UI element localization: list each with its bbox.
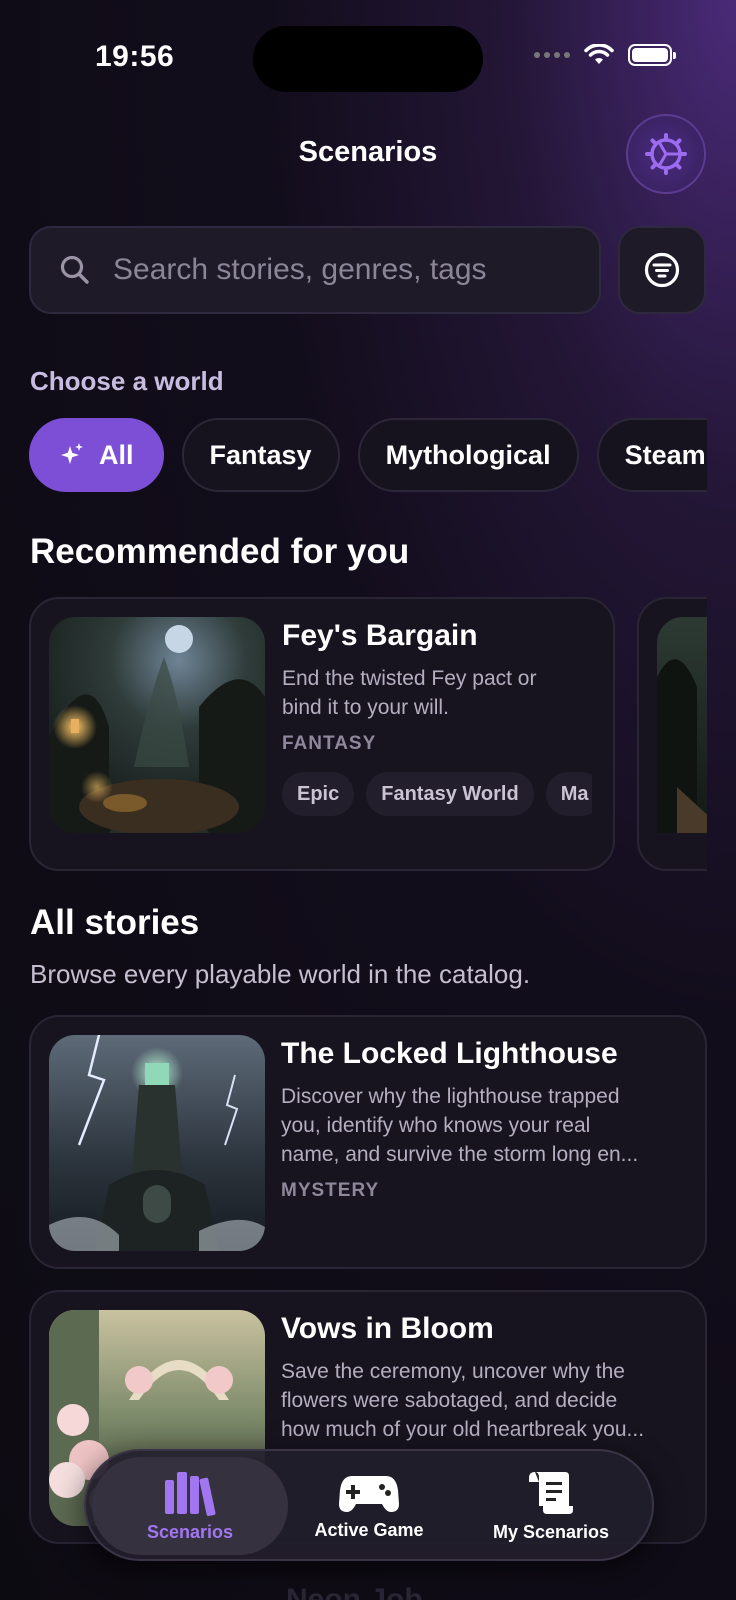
books-icon	[165, 1471, 216, 1516]
chip-all[interactable]: All	[29, 418, 164, 492]
genre-label: FANTASY	[282, 733, 377, 754]
chip-steampunk[interactable]: Steamp	[596, 418, 707, 492]
filter-button[interactable]	[618, 226, 706, 314]
story-description-line: you, identify who knows your real	[281, 1114, 591, 1137]
chip-label: Fantasy	[209, 439, 312, 470]
story-thumbnail	[49, 617, 265, 833]
chip-label: Mythological	[385, 439, 551, 470]
story-card[interactable]: The Locked Lighthouse Discover why the l…	[29, 1015, 707, 1269]
search-icon	[60, 255, 89, 284]
status-icons	[534, 44, 676, 66]
sparkles-icon	[61, 443, 83, 464]
story-description-line: Save the ceremony, uncover why the	[281, 1360, 625, 1383]
tag: Epic	[282, 772, 355, 816]
world-chips: All Fantasy Mythological Steamp	[29, 418, 707, 492]
signal-icon	[534, 52, 570, 58]
all-stories-subtitle: Browse every playable world in the catal…	[30, 959, 531, 989]
chip-fantasy[interactable]: Fantasy	[181, 418, 340, 492]
all-stories-heading: All stories	[30, 903, 200, 942]
tab-label: Active Game	[314, 1519, 424, 1540]
tag: Ma	[545, 772, 592, 816]
story-description-line: how much of your old heartbreak you...	[281, 1418, 645, 1441]
chip-mythological[interactable]: Mythological	[357, 418, 579, 492]
tab-label: Scenarios	[146, 1521, 234, 1542]
choose-world-label: Choose a world	[30, 366, 224, 396]
chip-label: Steamp	[624, 439, 707, 470]
story-title: Neon Job	[286, 1583, 423, 1600]
gamepad-icon	[339, 1475, 399, 1512]
recommended-carousel: Fey's Bargain End the twisted Fey pact o…	[29, 597, 707, 871]
story-title: The Locked Lighthouse	[281, 1037, 618, 1070]
tag: Fantasy World	[366, 772, 534, 816]
search-input[interactable]	[113, 253, 553, 287]
story-title: Vows in Bloom	[281, 1312, 494, 1345]
chip-label: All	[99, 439, 134, 470]
settings-button[interactable]	[626, 114, 706, 194]
search-box[interactable]	[29, 226, 601, 314]
tab-scenarios[interactable]: Scenarios	[92, 1457, 288, 1555]
recommended-card-next[interactable]	[637, 597, 707, 871]
tab-label: My Scenarios	[492, 1521, 610, 1542]
story-title: Fey's Bargain	[282, 619, 478, 652]
settings-gear-icon	[645, 133, 687, 175]
tag-list: Epic Fantasy World Ma	[282, 772, 592, 816]
story-description-line: name, and survive the storm long en...	[281, 1143, 639, 1166]
genre-label: MYSTERY	[281, 1180, 380, 1201]
recommended-heading: Recommended for you	[30, 532, 410, 571]
status-time: 19:56	[95, 40, 175, 73]
scroll-icon	[529, 1471, 573, 1514]
story-description-line: End the twisted Fey pact or	[282, 667, 537, 690]
tab-active-game[interactable]: Active Game	[284, 1457, 454, 1555]
wifi-icon	[584, 44, 614, 64]
tab-bar: Scenarios Active Game My Scenarios	[84, 1449, 654, 1561]
dynamic-island	[253, 26, 483, 92]
recommended-card[interactable]: Fey's Bargain End the twisted Fey pact o…	[29, 597, 615, 871]
story-description-line: flowers were sabotaged, and decide	[281, 1389, 618, 1412]
story-thumbnail	[49, 1035, 265, 1251]
story-description-line: Discover why the lighthouse trapped	[281, 1085, 620, 1108]
battery-icon	[628, 44, 676, 66]
story-description-line: bind it to your will.	[282, 696, 449, 719]
filter-icon	[644, 252, 680, 288]
tab-my-scenarios[interactable]: My Scenarios	[456, 1457, 646, 1555]
